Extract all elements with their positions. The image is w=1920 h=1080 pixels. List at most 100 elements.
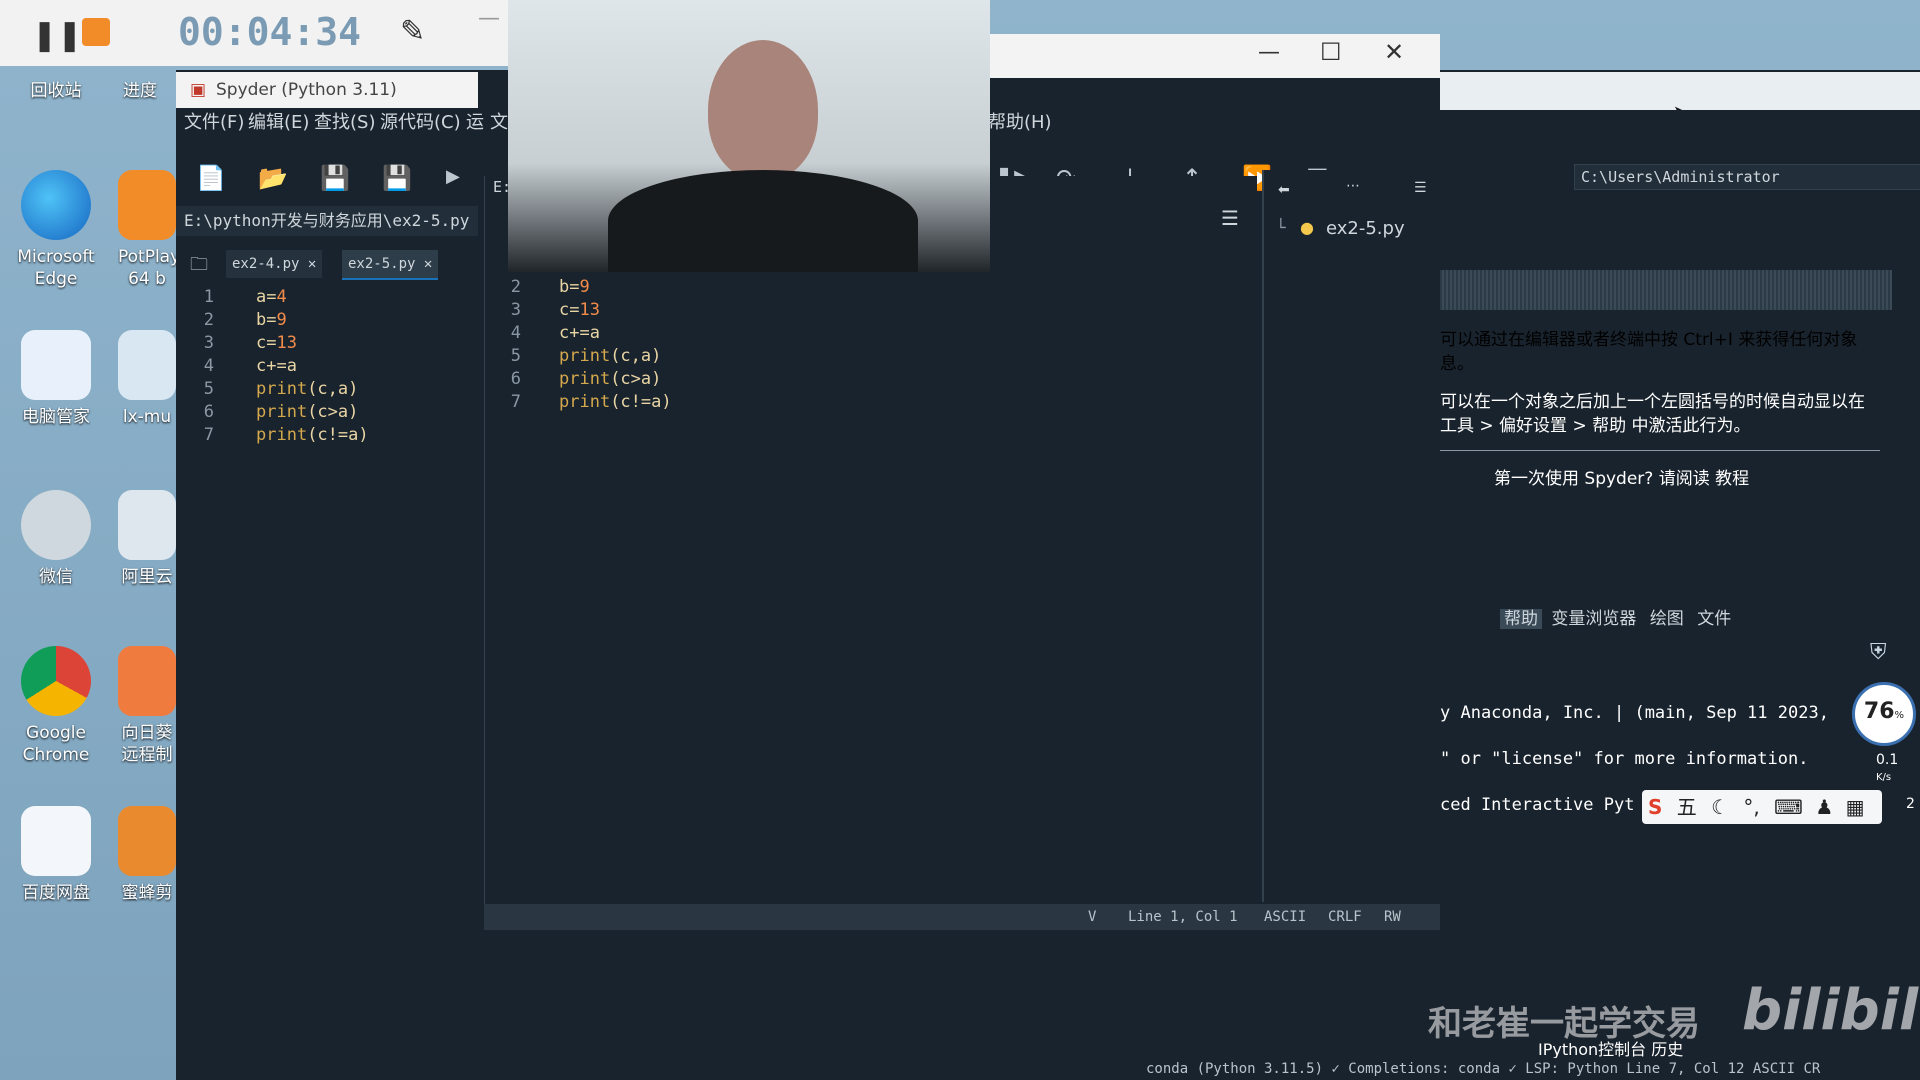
- shield-icon: ⛨: [1870, 640, 1887, 665]
- back-arrow-icon[interactable]: ⬅: [1278, 182, 1290, 198]
- status-line-col: Line 1, Col 1: [1128, 909, 1238, 925]
- apps-icon[interactable]: ▦: [1846, 795, 1865, 819]
- run-icon[interactable]: ▶: [446, 166, 460, 187]
- menu-run[interactable]: 运: [466, 108, 484, 138]
- tab-variable-explorer[interactable]: 变量浏览器: [1547, 609, 1640, 629]
- working-dir-field[interactable]: C:\Users\Administrator: [1574, 164, 1920, 190]
- code-line: print(c,a): [256, 379, 359, 399]
- file-path: E:\python开发与财务应用\ex2-5.py: [184, 211, 470, 230]
- desktop-icon-baidu-netdisk[interactable]: 百度网盘: [8, 806, 104, 904]
- desktop-icon-edge[interactable]: Microsoft Edge: [8, 170, 104, 290]
- icon-label: 进度: [123, 81, 157, 101]
- icon-label: 向日葵远程制: [121, 723, 173, 765]
- menu-file[interactable]: 文件(F): [184, 108, 244, 138]
- close-icon[interactable]: ✕: [424, 256, 432, 272]
- desktop-icon-wechat[interactable]: 微信: [8, 490, 104, 588]
- icon-label: 电脑管家: [22, 407, 90, 427]
- punctuation-icon[interactable]: °,: [1743, 795, 1759, 819]
- menu-help[interactable]: 帮助(H): [988, 108, 1052, 138]
- baidu-netdisk-icon: [21, 806, 91, 876]
- desktop-icon-lx[interactable]: lx-mu: [118, 330, 176, 428]
- line-number: 5: [203, 379, 214, 399]
- tree-branch-icon: └: [1276, 218, 1286, 237]
- menu-icon[interactable]: ☰: [1414, 180, 1427, 196]
- code-line: print(c,a): [559, 346, 662, 366]
- spyder-logo-icon: ▣: [190, 80, 207, 100]
- line-number: 7: [203, 425, 214, 445]
- menu-source[interactable]: 源代码(C): [380, 108, 461, 138]
- minimize-icon[interactable]: —: [1258, 40, 1280, 65]
- menu-edit[interactable]: 编辑(E): [248, 108, 309, 138]
- app-icon: [118, 490, 176, 560]
- line-number: 2: [510, 277, 521, 297]
- maximize-icon[interactable]: ☐: [1320, 38, 1342, 66]
- ime-mode[interactable]: 五: [1677, 795, 1697, 819]
- editor-pane-1[interactable]: 1 a=4 2 b=9 3 c=13 4 c+=a 5 print(c,a) 6 print(c>a)…: [176, 286, 478, 906]
- browse-tabs-icon[interactable]: 🗀: [190, 252, 208, 282]
- options-menu-icon[interactable]: ☰: [1221, 206, 1239, 230]
- app-icon: [118, 806, 176, 876]
- more-icon[interactable]: ⋯: [1346, 178, 1360, 194]
- keyboard-icon[interactable]: ⌨: [1774, 795, 1803, 819]
- ime-toolbar[interactable]: S 五 ☾ °, ⌨ ♟ ▦: [1642, 790, 1882, 824]
- divider: [1440, 450, 1880, 451]
- moon-icon[interactable]: ☾: [1711, 795, 1729, 819]
- editor-status-bar: V Line 1, Col 1 ASCII CRLF RW: [484, 904, 1440, 930]
- desktop-icon-sunlogin[interactable]: 向日葵远程制: [118, 646, 176, 766]
- minimize-icon[interactable]: —: [478, 6, 500, 31]
- icon-label: 回收站: [30, 81, 82, 101]
- code-line: print(c!=a): [559, 392, 672, 412]
- tab-ex2-5[interactable]: ex2-5.py ✕: [342, 250, 439, 280]
- tab-label: ex2-5.py: [348, 256, 416, 272]
- user-icon[interactable]: ♟: [1815, 795, 1833, 819]
- window-titlebar: ▣ Spyder (Python 3.11): [176, 72, 478, 108]
- person-face: [708, 40, 818, 180]
- line-number: 7: [510, 392, 521, 412]
- pause-icon[interactable]: ❚❚: [32, 18, 82, 53]
- icon-label: 微信: [39, 567, 73, 587]
- download-speed: 2: [1906, 796, 1915, 812]
- watermark-text: 和老崔一起学交易: [1428, 1004, 1700, 1044]
- help-banner: [1440, 270, 1892, 310]
- desktop-icon-recycle-bin[interactable]: 回收站: [8, 80, 104, 102]
- icon-label: Microsoft Edge: [17, 247, 95, 289]
- editor-tabs: 🗀 ex2-4.py ✕ ex2-5.py ✕: [176, 246, 478, 280]
- status-eol: CRLF: [1328, 909, 1362, 925]
- stop-icon[interactable]: [82, 18, 110, 46]
- play-icon: [118, 170, 176, 240]
- tab-plots[interactable]: 绘图: [1646, 609, 1688, 629]
- desktop-icon-aliyun[interactable]: 阿里云: [118, 490, 176, 588]
- help-text-2: 可以在一个对象之后加上一个左圆括号的时候自动显以在 工具 > 偏好设置 > 帮助…: [1440, 392, 1865, 436]
- save-all-icon[interactable]: 💾: [382, 164, 412, 192]
- pane-tabs: 帮助 变量浏览器 绘图 文件: [1500, 604, 1735, 629]
- wechat-icon: [21, 490, 91, 560]
- close-icon[interactable]: ✕: [1384, 38, 1404, 66]
- desktop-icon-pc-manager[interactable]: 电脑管家: [8, 330, 104, 428]
- line-number: 6: [510, 369, 521, 389]
- desktop-icon-potplayer[interactable]: PotPlayer 64 b: [118, 170, 176, 290]
- line-number: 5: [510, 346, 521, 366]
- code-line: c=13: [256, 333, 297, 353]
- code-line: c=13: [559, 300, 600, 320]
- speed-percent: 76: [1863, 699, 1895, 724]
- new-file-icon[interactable]: 📄: [196, 164, 226, 192]
- editor-pane-2[interactable]: E: ☰ 2 b=9 3 c=13 4 c+=a 5 print(c,a) 6 print(c>a…: [484, 176, 1257, 928]
- person-body: [608, 170, 918, 272]
- line-number: 2: [203, 310, 214, 330]
- tab-files[interactable]: 文件: [1693, 609, 1735, 629]
- code-line: a=4: [256, 287, 287, 307]
- help-first-use[interactable]: 第一次使用 Spyder? 请阅读 教程: [1494, 464, 1749, 489]
- save-icon[interactable]: 💾: [320, 164, 350, 192]
- open-folder-icon[interactable]: 📂: [258, 164, 288, 192]
- desktop-icon-chrome[interactable]: Google Chrome: [8, 646, 104, 766]
- speed-gauge[interactable]: 76%: [1852, 682, 1916, 746]
- close-icon[interactable]: ✕: [308, 256, 316, 272]
- brush-icon[interactable]: ✎: [400, 14, 425, 49]
- tab-ex2-4[interactable]: ex2-4.py ✕: [226, 250, 323, 278]
- desktop-icon-progress[interactable]: 进度: [104, 80, 176, 102]
- desktop-icon-mifeng[interactable]: 蜜蜂剪: [118, 806, 176, 904]
- file-item[interactable]: ex2-5.py: [1326, 218, 1405, 239]
- menu-search[interactable]: 查找(S): [314, 108, 375, 138]
- menu-partial[interactable]: 文: [490, 108, 508, 138]
- tab-help[interactable]: 帮助: [1500, 609, 1542, 629]
